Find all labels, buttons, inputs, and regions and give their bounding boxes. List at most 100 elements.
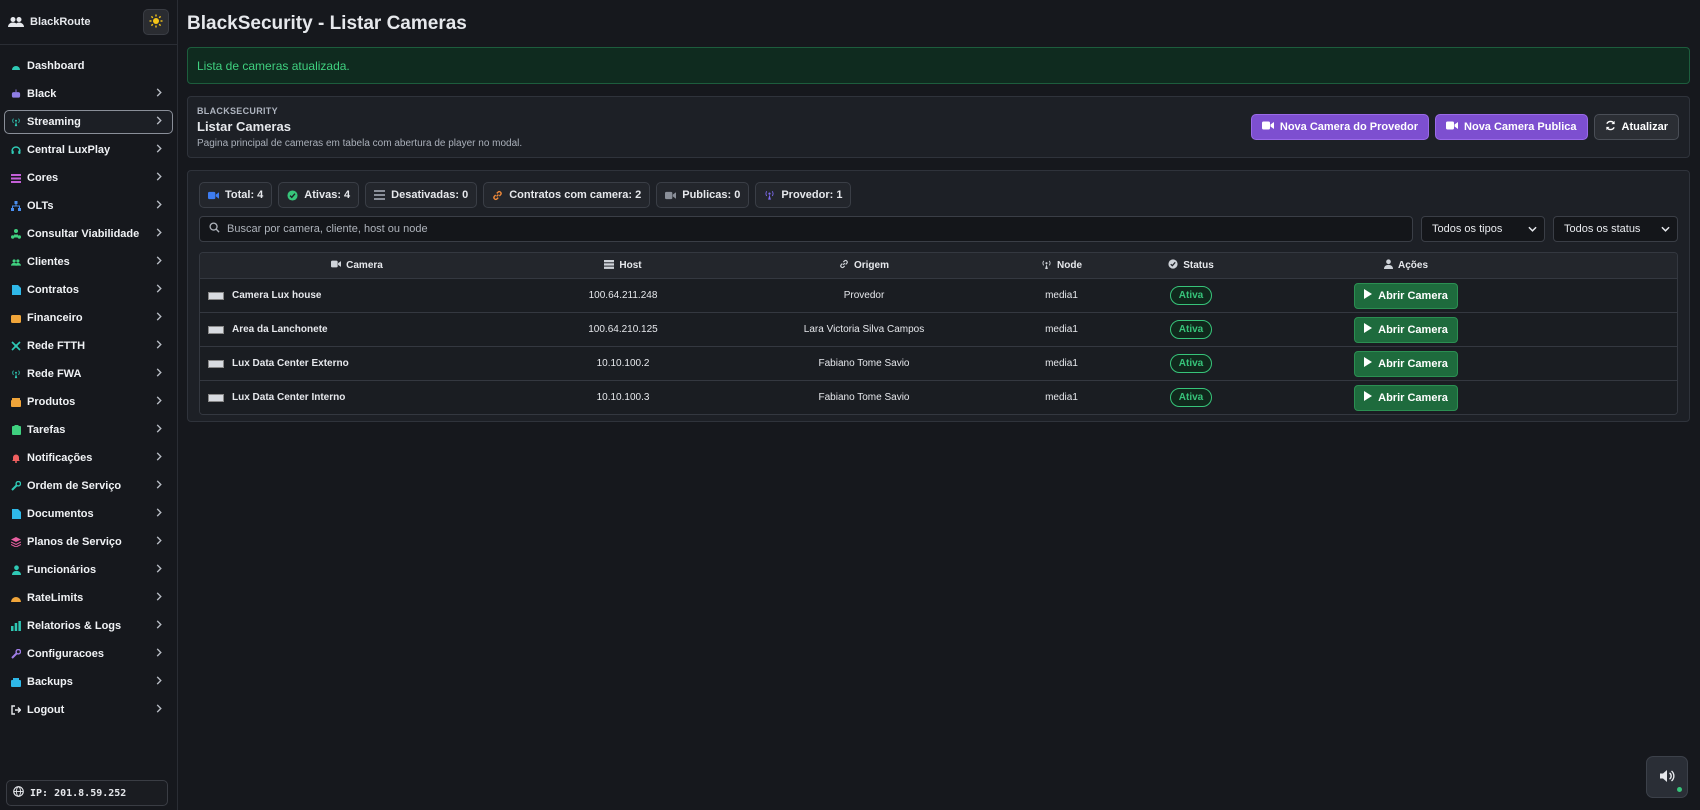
chevron-right-icon [156, 396, 162, 408]
new-public-camera-button[interactable]: Nova Camera Publica [1435, 114, 1588, 140]
chevron-right-icon [156, 536, 162, 548]
sidebar-item-financeiro[interactable]: Financeiro [4, 306, 173, 330]
section-title: Listar Cameras [197, 118, 291, 134]
sidebar-item-ordem-de-servico[interactable]: Ordem de Serviço [4, 474, 173, 498]
sun-icon [149, 14, 163, 31]
sidebar-item-ratelimits[interactable]: RateLimits [4, 586, 173, 610]
sidebar-item-dashboard[interactable]: Dashboard [4, 54, 173, 78]
camera-thumbnail [208, 359, 224, 368]
status-badge: Ativa [1169, 320, 1213, 339]
header-node[interactable]: Node [996, 260, 1127, 272]
sidebar-item-documentos[interactable]: Documentos [4, 502, 173, 526]
header-status[interactable]: Status [1127, 259, 1255, 272]
sidebar-item-streaming[interactable]: Streaming [4, 110, 173, 134]
sidebar-item-olts[interactable]: OLTs [4, 194, 173, 218]
camera-origem: Fabiano Tome Savio [818, 358, 910, 369]
sidebar-item-configuracoes[interactable]: Configuracoes [4, 642, 173, 666]
camera-host: 10.10.100.3 [596, 392, 650, 403]
chevron-right-icon [156, 676, 162, 688]
summary-badges: Total: 4 Ativas: 4 Desativadas: 0 Contratos… [199, 182, 1678, 208]
header-origem-label: Origem [853, 260, 889, 271]
summary-badge[interactable]: Desativadas: 0 [365, 182, 478, 208]
open-camera-button[interactable]: Abrir Camera [1354, 316, 1458, 343]
camera-node: media1 [1045, 290, 1078, 301]
video-icon [1446, 121, 1459, 133]
chevron-down-icon [1661, 223, 1670, 235]
header-camera[interactable]: Camera [200, 260, 514, 271]
camera-thumbnail [208, 291, 224, 300]
new-provider-camera-button[interactable]: Nova Camera do Provedor [1250, 114, 1430, 140]
open-camera-button[interactable]: Abrir Camera [1354, 282, 1458, 309]
header-node-label: Node [1057, 260, 1082, 271]
summary-badge[interactable]: Contratos com camera: 2 [483, 182, 651, 208]
layers-icon [11, 537, 21, 547]
sidebar-item-contratos[interactable]: Contratos [4, 278, 173, 302]
sidebar-item-logout[interactable]: Logout [4, 698, 173, 722]
sidebar-item-rede-ftth[interactable]: Rede FTTH [4, 334, 173, 358]
summary-badge-label: Contratos com camera: 2 [509, 189, 642, 201]
refresh-icon [1605, 120, 1616, 134]
theme-toggle-button[interactable] [143, 9, 169, 35]
sidebar-item-central-luxplay[interactable]: Central LuxPlay [4, 138, 173, 162]
table-row: Camera Lux house 100.64.211.248 Provedor… [200, 278, 1677, 312]
summary-badge[interactable]: Ativas: 4 [278, 182, 360, 208]
sidebar-item-label: Funcionários [27, 564, 97, 576]
chevron-right-icon [156, 508, 162, 520]
online-status-dot [1677, 787, 1682, 792]
sidebar-item-planos-de-servico[interactable]: Planos de Serviço [4, 530, 173, 554]
sidebar-item-cores[interactable]: Cores [4, 166, 173, 190]
search-input[interactable] [227, 223, 1403, 235]
table-body: Camera Lux house 100.64.211.248 Provedor… [200, 278, 1677, 414]
sidebar-item-relatorios-logs[interactable]: Relatorios & Logs [4, 614, 173, 638]
status-filter-select[interactable]: Todos os status [1553, 216, 1678, 242]
sidebar-item-label: Logout [27, 704, 65, 716]
type-filter-select[interactable]: Todos os tipos [1421, 216, 1545, 242]
brand-name: BlackRoute [30, 16, 91, 28]
camera-origem: Fabiano Tome Savio [818, 392, 910, 403]
sidebar-item-funcionarios[interactable]: Funcionários [4, 558, 173, 582]
sidebar-item-backups[interactable]: Backups [4, 670, 173, 694]
status-badge: Ativa [1169, 388, 1213, 407]
summary-badge[interactable]: Publicas: 0 [656, 182, 750, 208]
open-camera-button[interactable]: Abrir Camera [1354, 350, 1458, 377]
sidebar-item-black[interactable]: Black [4, 82, 173, 106]
document-icon [11, 285, 21, 295]
box-icon [11, 397, 21, 407]
refresh-button[interactable]: Atualizar [1593, 114, 1679, 140]
sidebar-item-clientes[interactable]: Clientes [4, 250, 173, 274]
new-public-camera-label: Nova Camera Publica [1464, 121, 1577, 133]
clipboard-icon [11, 425, 21, 435]
camera-name: Lux Data Center Interno [232, 392, 346, 403]
chevron-right-icon [156, 648, 162, 660]
status-filter-value: Todos os status [1564, 223, 1641, 235]
search-box[interactable] [199, 216, 1413, 242]
header-origem[interactable]: Origem [732, 259, 996, 272]
chevron-right-icon [156, 256, 162, 268]
summary-badge[interactable]: Total: 4 [199, 182, 273, 208]
sidebar-item-produtos[interactable]: Produtos [4, 390, 173, 414]
sidebar-item-rede-fwa[interactable]: Rede FWA [4, 362, 173, 386]
file-icon [11, 509, 21, 519]
camera-host: 100.64.210.125 [588, 324, 658, 335]
sidebar-item-label: Notificações [27, 452, 93, 464]
sidebar-item-consultar-viabilidade[interactable]: Consultar Viabilidade [4, 222, 173, 246]
header-acoes: Ações [1255, 259, 1677, 272]
user-tie-icon [11, 565, 21, 575]
header-host[interactable]: Host [514, 259, 732, 272]
check-circle-icon [287, 189, 298, 201]
logout-icon [11, 705, 21, 715]
brand[interactable]: BlackRoute [8, 16, 91, 28]
video-icon [1261, 121, 1274, 133]
page-header-card: BLACKSECURITY Listar Cameras Pagina prin… [187, 96, 1690, 158]
chevron-right-icon [156, 116, 162, 128]
fiber-icon [11, 341, 21, 351]
sidebar-item-tarefas[interactable]: Tarefas [4, 418, 173, 442]
ip-text: IP: 201.8.59.252 [30, 787, 127, 799]
filters-bar: Todos os tipos Todos os status [199, 216, 1678, 242]
open-camera-button[interactable]: Abrir Camera [1354, 384, 1458, 411]
sound-toggle-button[interactable] [1646, 756, 1688, 798]
sidebar-item-notificacoes[interactable]: Notificações [4, 446, 173, 470]
cameras-panel: Total: 4 Ativas: 4 Desativadas: 0 Contratos… [187, 170, 1690, 422]
users-icon [8, 16, 24, 28]
summary-badge[interactable]: Provedor: 1 [755, 182, 852, 208]
